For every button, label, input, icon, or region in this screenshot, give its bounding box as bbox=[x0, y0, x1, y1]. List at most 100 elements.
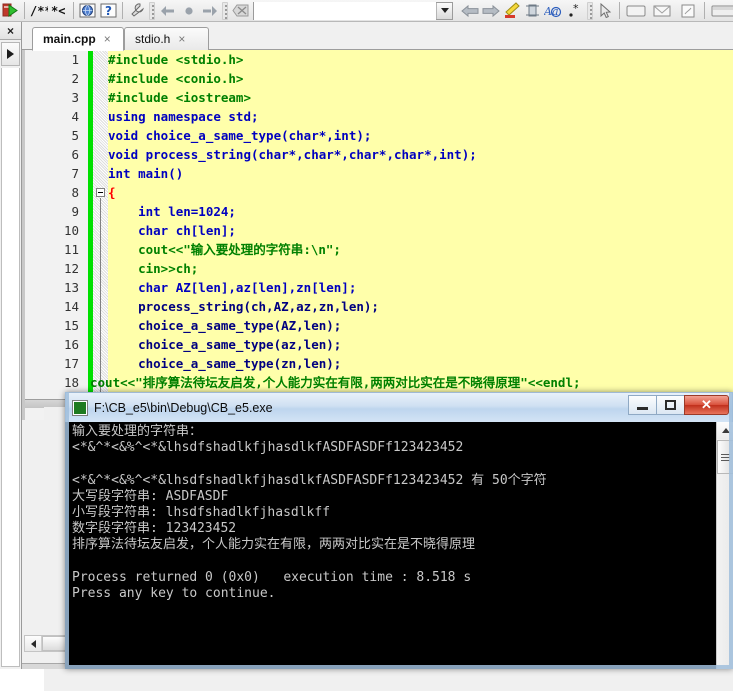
chevron-down-icon[interactable] bbox=[436, 2, 452, 19]
minimize-icon bbox=[637, 407, 648, 410]
code-line: cout<<"排序算法待坛友启发,个人能力实在有限,两两对比实在是不晓得原理"<… bbox=[90, 375, 581, 390]
code-line: cout<<"输入要处理的字符串:\n"; bbox=[108, 242, 341, 257]
minimize-button[interactable] bbox=[628, 395, 657, 415]
close-button[interactable]: ✕ bbox=[684, 395, 729, 415]
code-line: char AZ[len],az[len],zn[len]; bbox=[108, 280, 357, 295]
close-icon[interactable]: × bbox=[104, 32, 111, 46]
left-dock-strip: × bbox=[0, 22, 22, 669]
close-icon[interactable]: × bbox=[0, 22, 21, 40]
comment-icon[interactable]: /** bbox=[28, 1, 49, 21]
line-number: 11 bbox=[63, 242, 79, 257]
line-number: 2 bbox=[71, 71, 79, 86]
editor-tabbar: main.cpp × stdio.h × bbox=[22, 22, 733, 51]
line-number: 3 bbox=[71, 90, 79, 105]
svg-text:/**: /** bbox=[30, 4, 48, 18]
line-number: 13 bbox=[63, 280, 79, 295]
close-icon[interactable]: × bbox=[178, 32, 185, 46]
line-number: 16 bbox=[63, 337, 79, 352]
pointer-icon[interactable] bbox=[595, 1, 616, 21]
toolbar-grip[interactable] bbox=[222, 1, 228, 20]
run-icon[interactable] bbox=[0, 1, 21, 21]
line-number-gutter: 1 2 3 4 5 6 7 8 9 10 11 12 13 14 15 16 1… bbox=[25, 50, 88, 420]
console-line: 大写段字符串: ASDFASDF bbox=[72, 488, 229, 504]
step-forward-icon[interactable] bbox=[199, 1, 220, 21]
line-number: 18 bbox=[63, 375, 79, 390]
console-titlebar[interactable]: F:\CB_e5\bin\Debug\CB_e5.exe ✕ bbox=[65, 392, 733, 422]
step-back-icon[interactable] bbox=[157, 1, 178, 21]
tab-label: stdio.h bbox=[135, 32, 171, 46]
code-line: process_string(ch,AZ,az,zn,len); bbox=[108, 299, 379, 314]
line-number: 4 bbox=[71, 109, 79, 124]
toolbar-grip[interactable] bbox=[149, 1, 155, 20]
line-number: 9 bbox=[71, 204, 79, 219]
ide-window: /** *< ? bbox=[0, 0, 733, 691]
code-folding-column[interactable] bbox=[93, 50, 108, 420]
toolbar-separator bbox=[619, 2, 620, 19]
fold-toggle-icon[interactable] bbox=[96, 188, 105, 197]
mail-icon[interactable] bbox=[649, 1, 675, 21]
line-number: 17 bbox=[63, 356, 79, 371]
scroll-left-icon[interactable] bbox=[25, 636, 42, 651]
expand-panel-button[interactable] bbox=[1, 42, 20, 66]
console-output-text: 输入要处理的字符串： <*&^*<&%^<*&lhsdfshadlkfjhasdl… bbox=[72, 424, 711, 602]
debug-window-icon[interactable] bbox=[77, 1, 98, 21]
tab-main-cpp[interactable]: main.cpp × bbox=[32, 27, 124, 51]
svg-text:*<: *< bbox=[51, 4, 65, 18]
code-line: void choice_a_same_type(char*,int); bbox=[108, 128, 372, 143]
tab-label: main.cpp bbox=[43, 32, 96, 46]
line-number: 15 bbox=[63, 318, 79, 333]
line-number: 7 bbox=[71, 166, 79, 181]
toolbar-separator bbox=[704, 2, 705, 19]
svg-text:*: * bbox=[573, 3, 579, 15]
left-dock-body bbox=[1, 68, 20, 667]
console-line: Press any key to continue. bbox=[72, 586, 276, 602]
line-number: 6 bbox=[71, 147, 79, 162]
tab-stdio-h[interactable]: stdio.h × bbox=[124, 27, 209, 50]
console-window[interactable]: F:\CB_e5\bin\Debug\CB_e5.exe ✕ 输入要处理的字符串… bbox=[65, 392, 733, 669]
code-line: choice_a_same_type(az,len); bbox=[108, 337, 342, 352]
notes-icon[interactable] bbox=[675, 1, 701, 21]
uncomment-icon[interactable]: *< bbox=[49, 1, 70, 21]
code-line: cin>>ch; bbox=[108, 261, 199, 276]
svg-text:?: ? bbox=[105, 4, 112, 18]
no-entry-icon[interactable] bbox=[230, 1, 251, 21]
bookmark-icon[interactable] bbox=[522, 1, 543, 21]
console-line: 数字段字符串: 123423452 bbox=[72, 521, 237, 537]
toolbar-separator bbox=[24, 2, 25, 19]
regex-icon[interactable]: * bbox=[564, 1, 585, 21]
code-text[interactable]: #include <stdio.h> #include <conio.h> #i… bbox=[90, 50, 733, 420]
stop-icon[interactable] bbox=[178, 1, 199, 21]
window-controls: ✕ bbox=[628, 394, 729, 416]
forward-arrow-icon[interactable] bbox=[480, 1, 501, 21]
code-line: choice_a_same_type(AZ,len); bbox=[108, 318, 342, 333]
scroll-up-icon[interactable] bbox=[717, 422, 733, 439]
console-vertical-scrollbar[interactable] bbox=[716, 422, 733, 669]
back-arrow-icon[interactable] bbox=[459, 1, 480, 21]
line-number: 10 bbox=[63, 223, 79, 238]
maximize-button[interactable] bbox=[656, 395, 685, 415]
toolbar-grip[interactable] bbox=[587, 1, 593, 20]
console-app-icon bbox=[72, 399, 88, 416]
help-icon[interactable]: ? bbox=[98, 1, 119, 21]
code-editor[interactable]: 1 2 3 4 5 6 7 8 9 10 11 12 13 14 15 16 1… bbox=[22, 50, 733, 420]
code-line: int len=1024; bbox=[108, 204, 236, 219]
panel-icon[interactable] bbox=[708, 1, 733, 21]
code-line: #include <conio.h> bbox=[108, 71, 244, 86]
console-line: Process returned 0 (0x0) execution time … bbox=[72, 569, 472, 585]
search-input[interactable] bbox=[254, 1, 436, 20]
console-line: 小写段字符串: lhsdfshadlkfjhasdlkff bbox=[72, 505, 331, 521]
line-number: 1 bbox=[71, 52, 79, 67]
find-icon[interactable]: Aa bbox=[543, 1, 564, 21]
console-title-text: F:\CB_e5\bin\Debug\CB_e5.exe bbox=[94, 400, 273, 415]
window-icon[interactable] bbox=[623, 1, 649, 21]
build-options-icon[interactable] bbox=[126, 1, 147, 21]
highlight-pen-icon[interactable] bbox=[501, 1, 522, 21]
console-line: 排序算法待坛友启发，个人能力实在有限，两两对比实在是不晓得原理 bbox=[72, 537, 476, 553]
toolbar-separator bbox=[73, 2, 74, 19]
console-output-area[interactable]: 输入要处理的字符串： <*&^*<&%^<*&lhsdfshadlkfjhasdl… bbox=[69, 422, 729, 669]
search-combo[interactable] bbox=[253, 1, 453, 20]
code-line: int main() bbox=[108, 166, 184, 181]
line-number: 8 bbox=[71, 185, 79, 200]
scrollbar-thumb[interactable] bbox=[717, 440, 733, 474]
code-line: #include <stdio.h> bbox=[108, 52, 244, 67]
